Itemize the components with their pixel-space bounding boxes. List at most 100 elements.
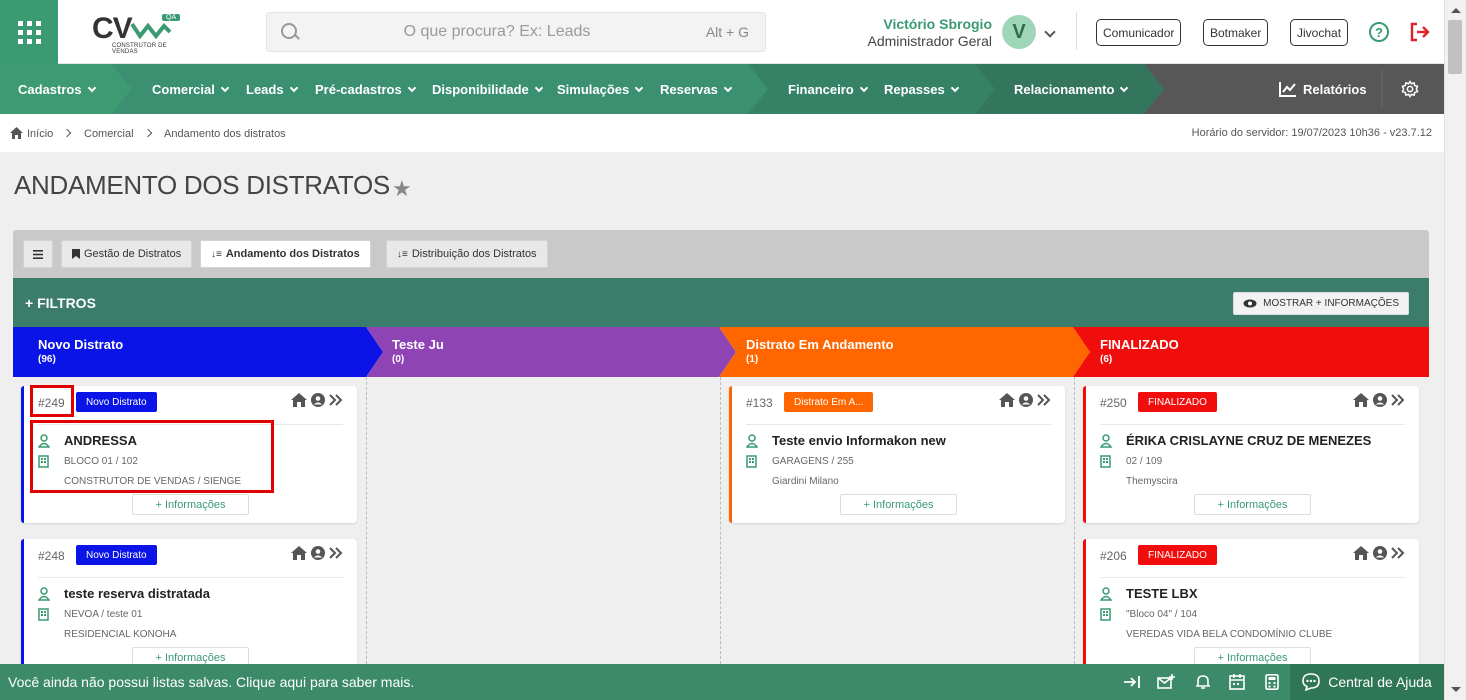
show-more-info-button[interactable]: MOSTRAR + INFORMAÇÕES [1233,292,1409,315]
logout-icon[interactable] [1408,20,1432,44]
help-icon[interactable]: ? [1369,22,1389,42]
settings-gear-icon[interactable] [1401,80,1419,98]
enterprise-label: RESIDENCIAL KONOHA [64,629,177,640]
column-title: Teste Ju [392,337,444,352]
bell-icon[interactable] [1194,674,1212,690]
user-circle-icon[interactable] [311,546,325,560]
client-name: ANDRESSA [64,433,137,448]
card-actions [291,393,343,407]
chevron-down-icon [534,83,544,92]
global-search[interactable]: Alt + G [266,12,766,52]
unit-label: 02 / 109 [1126,456,1163,467]
card-id: #248 [38,549,65,563]
double-chevron-right-icon[interactable] [329,394,343,406]
user-circle-icon[interactable] [1373,546,1387,560]
mail-add-icon[interactable] [1157,674,1175,690]
card-distrato[interactable]: #248 Novo Distrato teste reserva distrat… [21,539,357,676]
tab-gestao-distratos[interactable]: Gestão de Distratos [61,240,193,268]
app-root: CV QA CONSTRUTOR DE VENDAS Alt + G Victó… [0,0,1466,700]
bookmark-icon [72,249,80,259]
nav-relatorios[interactable]: Relatórios [1279,64,1367,114]
nav-cadastros[interactable]: Cadastros [18,64,96,114]
double-chevron-right-icon[interactable] [1037,394,1051,406]
home-icon[interactable] [1353,393,1369,407]
nav-reservas[interactable]: Reservas [660,64,733,114]
help-center-label: Central de Ajuda [1328,674,1432,690]
calendar-icon[interactable] [1228,674,1246,690]
more-info-button[interactable]: + Informações [840,494,957,515]
building-icon [38,608,49,621]
building-icon [746,455,757,468]
tab-distribuicao-distratos[interactable]: ↓≡ Distribuição dos Distratos [386,240,548,268]
chevron-down-icon [220,83,230,92]
arrow-to-right-icon[interactable] [1123,674,1141,690]
more-info-button[interactable]: + Informações [1194,494,1311,515]
unit-label: "Bloco 04" / 104 [1126,609,1198,620]
home-icon[interactable] [291,546,307,560]
card-color-bar [21,539,24,676]
botmaker-button[interactable]: Botmaker [1203,19,1269,46]
tab-andamento-distratos[interactable]: ↓≡ Andamento dos Distratos [200,240,371,268]
nav-relacionamento[interactable]: Relacionamento [1014,64,1129,114]
card-distrato[interactable]: #206 FINALIZADO TESTE LBX "Bloco 04" / 1… [1083,539,1419,676]
logo[interactable]: CV QA CONSTRUTOR DE VENDAS [92,12,184,55]
search-icon [281,23,297,39]
card-actions [1353,546,1405,560]
nav-disponibilidade[interactable]: Disponibilidade [432,64,544,114]
home-icon[interactable] [1353,546,1369,560]
double-chevron-right-icon[interactable] [1391,547,1405,559]
tab-andamento-label: Andamento dos Distratos [225,248,360,260]
card-actions [999,393,1051,407]
user-circle-icon[interactable] [311,393,325,407]
enterprise-label: Themyscira [1126,476,1178,487]
home-icon[interactable] [291,393,307,407]
column-header-distrato-em-andamento: Distrato Em Andamento (1) [721,327,1074,377]
menu-icon [33,249,43,259]
home-icon [10,127,23,139]
apps-menu-button[interactable] [0,0,58,64]
nav-simulacoes[interactable]: Simulações [557,64,644,114]
main-nav: Cadastros Comercial Leads Pré-cadastros … [0,64,1444,114]
scroll-up-icon[interactable] [1451,8,1461,13]
favorite-star-icon[interactable]: ★ [392,176,412,202]
double-chevron-right-icon[interactable] [329,547,343,559]
nav-financeiro[interactable]: Financeiro [788,64,868,114]
saved-lists-message[interactable]: Você ainda não possui listas salvas. Cli… [8,674,414,690]
card-divider [1100,577,1405,578]
page-title: ANDAMENTO DOS DISTRATOS [14,170,390,200]
help-center-button[interactable]: Central de Ajuda [1290,664,1444,700]
user-circle-icon[interactable] [1373,393,1387,407]
column-header-novo-distrato: Novo Distrato (96) [13,327,366,377]
status-badge: Novo Distrato [76,392,157,412]
card-distrato[interactable]: #249 Novo Distrato ANDRESSA BLOCO 01 / 1… [21,386,357,523]
comunicador-button[interactable]: Comunicador [1096,19,1182,46]
avatar[interactable]: V [1002,15,1036,49]
jivochat-button[interactable]: Jivochat [1290,19,1349,46]
chevron-right-icon [143,128,153,138]
search-input[interactable] [307,19,687,45]
chevron-down-icon [635,83,644,92]
user-circle-icon[interactable] [1019,393,1033,407]
scroll-down-icon[interactable] [1451,687,1461,692]
breadcrumb-comercial[interactable]: Comercial [84,128,134,140]
nav-leads[interactable]: Leads [246,64,298,114]
filters-toggle[interactable]: + FILTROS [25,295,96,311]
nav-comercial[interactable]: Comercial [152,64,230,114]
user-info[interactable]: Victório Sbrogio Administrador Geral [850,16,993,49]
nav-financeiro-label: Financeiro [788,81,854,97]
page-scrollbar[interactable] [1444,0,1466,700]
home-icon[interactable] [999,393,1015,407]
scroll-thumb[interactable] [1448,20,1462,74]
breadcrumb-inicio[interactable]: Início [27,128,53,140]
user-menu-chevron-icon[interactable] [1044,26,1056,38]
card-distrato[interactable]: #250 FINALIZADO ÉRIKA CRISLAYNE CRUZ DE … [1083,386,1419,523]
nav-repasses[interactable]: Repasses [884,64,959,114]
hamburger-menu-button[interactable] [23,240,53,268]
double-chevron-right-icon[interactable] [1391,394,1405,406]
chevron-right-icon [62,128,72,138]
calculator-icon[interactable] [1263,674,1281,690]
more-info-button[interactable]: + Informações [132,494,249,515]
nav-pre-cadastros[interactable]: Pré-cadastros [315,64,416,114]
card-distrato[interactable]: #133 Distrato Em A... Teste envio Inform… [729,386,1065,523]
user-role: Administrador Geral [867,33,993,49]
